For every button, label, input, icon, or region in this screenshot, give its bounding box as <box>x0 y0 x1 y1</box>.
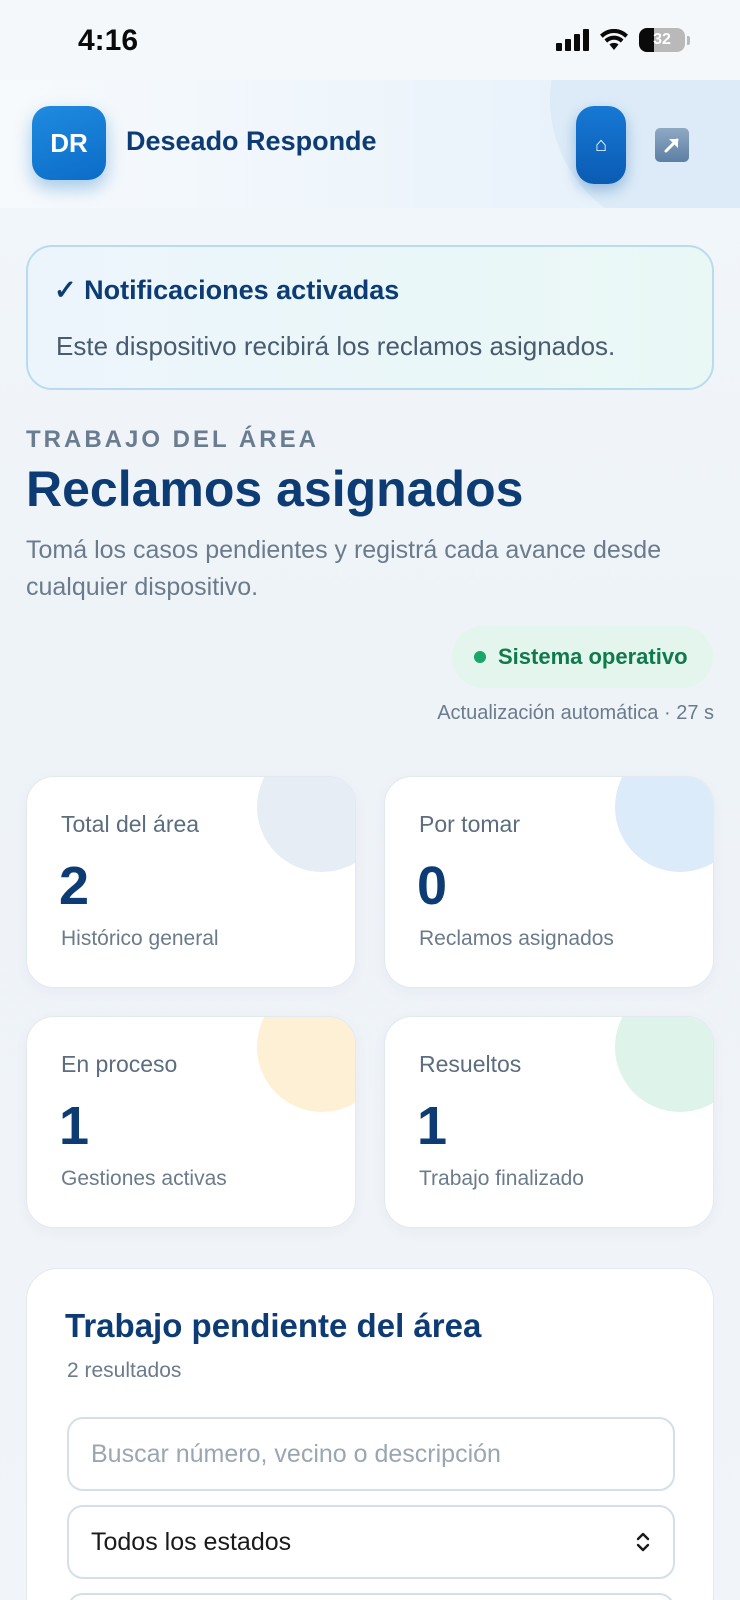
home-button[interactable]: ⌂ <box>576 106 626 184</box>
chevron-updown-icon <box>636 1532 650 1552</box>
card-decoration <box>615 777 713 872</box>
stat-caption: Histórico general <box>61 927 219 950</box>
section-eyebrow: TRABAJO DEL ÁREA <box>26 426 319 453</box>
card-decoration <box>257 1017 355 1112</box>
battery-tip <box>687 35 690 45</box>
stat-caption: Gestiones activas <box>61 1167 227 1190</box>
auto-update-text: Actualización automática · 27 s <box>437 702 714 724</box>
stat-label: Por tomar <box>419 811 520 837</box>
stat-value: 1 <box>59 1096 90 1156</box>
notice-text: Este dispositivo recibirá los reclamos a… <box>56 331 616 361</box>
battery-fill <box>639 28 654 52</box>
wifi-icon <box>600 29 628 50</box>
app-name: Deseado Responde <box>126 126 377 156</box>
card-decoration <box>615 1017 713 1112</box>
stat-value: 0 <box>417 856 448 916</box>
status-filter-value: Todos los estados <box>91 1527 292 1556</box>
stat-value: 2 <box>59 856 90 916</box>
status-bar: 4:16 32 <box>0 0 740 80</box>
avatar[interactable]: DR <box>32 106 106 180</box>
stat-label: Resueltos <box>419 1051 522 1077</box>
system-status-badge: Sistema operativo <box>452 626 713 688</box>
status-filter-select[interactable]: Todos los estados <box>67 1505 675 1579</box>
exit-icon <box>664 138 679 153</box>
stat-card-en-proceso: En proceso 1 Gestiones activas <box>26 1016 356 1228</box>
stat-caption: Reclamos asignados <box>419 927 614 950</box>
panel-title: Trabajo pendiente del área <box>65 1307 482 1344</box>
notice-title: ✓ Notificaciones activadas <box>54 275 400 305</box>
pending-work-panel: Trabajo pendiente del área 2 resultados … <box>26 1268 714 1600</box>
status-icons: 32 <box>556 28 690 52</box>
stat-card-por-tomar: Por tomar 0 Reclamos asignados <box>384 776 714 988</box>
additional-filter[interactable] <box>67 1593 675 1600</box>
status-dot-icon <box>474 651 486 663</box>
results-count: 2 resultados <box>67 1359 182 1382</box>
battery-level: 32 <box>653 31 671 48</box>
signal-icon <box>556 29 589 51</box>
stat-card-resueltos: Resueltos 1 Trabajo finalizado <box>384 1016 714 1228</box>
stat-caption: Trabajo finalizado <box>419 1167 584 1190</box>
stat-label: En proceso <box>61 1051 178 1077</box>
search-input[interactable] <box>67 1417 675 1491</box>
stat-label: Total del área <box>61 811 200 837</box>
battery-icon: 32 <box>639 28 685 52</box>
exit-button[interactable] <box>655 128 689 162</box>
page-title: Reclamos asignados <box>26 461 524 517</box>
notifications-banner: ✓ Notificaciones activadas Este disposit… <box>26 245 714 390</box>
stat-card-total: Total del área 2 Histórico general <box>26 776 356 988</box>
status-time: 4:16 <box>78 24 139 57</box>
app-header: DR Deseado Responde ⌂ <box>0 80 740 208</box>
home-icon: ⌂ <box>594 133 608 156</box>
card-decoration <box>257 777 355 872</box>
stat-value: 1 <box>417 1096 448 1156</box>
page-subtitle: Tomá los casos pendientes y registrá cad… <box>26 536 662 601</box>
system-status-label: Sistema operativo <box>498 644 688 669</box>
